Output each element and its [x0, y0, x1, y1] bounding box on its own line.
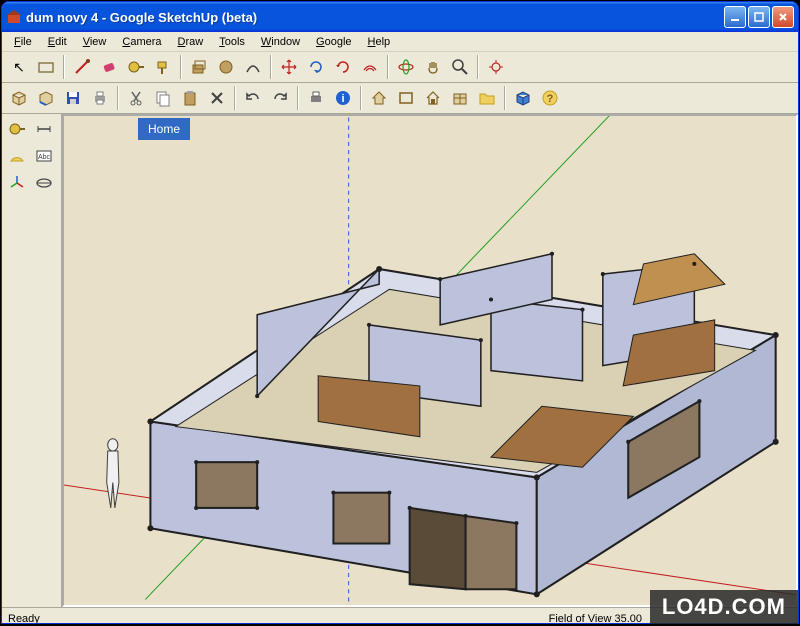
line-tool[interactable] — [69, 54, 95, 80]
print2-button[interactable] — [303, 85, 329, 111]
rotate-tool[interactable] — [330, 54, 356, 80]
minimize-button[interactable] — [724, 6, 746, 28]
app-window: dum novy 4 - Google SketchUp (beta) File… — [1, 1, 799, 624]
axes-tool[interactable] — [4, 170, 30, 196]
print-button[interactable] — [87, 85, 113, 111]
status-text: Ready — [8, 613, 549, 625]
help-button[interactable]: ? — [537, 85, 563, 111]
follow-tool[interactable] — [303, 54, 329, 80]
redo-button[interactable] — [267, 85, 293, 111]
viewport[interactable]: Home — [62, 114, 798, 607]
menu-camera[interactable]: Camera — [114, 34, 169, 50]
offset-tool[interactable] — [357, 54, 383, 80]
separator — [63, 55, 65, 79]
component-button[interactable] — [6, 85, 32, 111]
svg-text:?: ? — [547, 93, 554, 105]
separator — [504, 86, 506, 110]
text-tool[interactable]: Abc — [31, 143, 57, 169]
svg-text:i: i — [341, 93, 344, 105]
side-toolbar: Abc — [2, 114, 62, 607]
menu-help[interactable]: Help — [360, 34, 399, 50]
info-button[interactable]: i — [330, 85, 356, 111]
circle-tool[interactable] — [213, 54, 239, 80]
separator — [387, 55, 389, 79]
window-controls — [724, 6, 794, 28]
zoom-tool[interactable] — [447, 54, 473, 80]
tape-measure-tool[interactable] — [4, 116, 30, 142]
menu-google[interactable]: Google — [308, 34, 359, 50]
arc-tool[interactable] — [240, 54, 266, 80]
section-tool[interactable] — [31, 170, 57, 196]
menubar: File Edit View Camera Draw Tools Window … — [2, 32, 798, 52]
app-icon — [6, 9, 22, 25]
menu-file[interactable]: File — [6, 34, 40, 50]
separator — [180, 55, 182, 79]
save-button[interactable] — [60, 85, 86, 111]
move-tool[interactable] — [276, 54, 302, 80]
rectangle-tool[interactable] — [33, 54, 59, 80]
toolbar-main: ↖ — [2, 52, 798, 83]
window-title: dum novy 4 - Google SketchUp (beta) — [26, 10, 724, 25]
box-button[interactable] — [393, 85, 419, 111]
maximize-button[interactable] — [748, 6, 770, 28]
undo-button[interactable] — [240, 85, 266, 111]
separator — [297, 86, 299, 110]
model-button[interactable] — [447, 85, 473, 111]
tape-tool[interactable] — [123, 54, 149, 80]
arrow-icon: ↖ — [13, 60, 25, 74]
copy-button[interactable] — [150, 85, 176, 111]
toolbar-secondary: i ? — [2, 83, 798, 114]
menu-edit[interactable]: Edit — [40, 34, 75, 50]
viewport-canvas — [64, 116, 796, 605]
separator — [270, 55, 272, 79]
pushpull-tool[interactable] — [186, 54, 212, 80]
home-button[interactable] — [366, 85, 392, 111]
eraser-tool[interactable] — [96, 54, 122, 80]
house-model — [147, 252, 778, 598]
menu-tools[interactable]: Tools — [211, 34, 253, 50]
select-tool[interactable]: ↖ — [6, 54, 32, 80]
paste-button[interactable] — [177, 85, 203, 111]
new-button[interactable] — [33, 85, 59, 111]
menu-view[interactable]: View — [75, 34, 115, 50]
orbit-tool[interactable] — [393, 54, 419, 80]
titlebar[interactable]: dum novy 4 - Google SketchUp (beta) — [2, 2, 798, 32]
separator — [360, 86, 362, 110]
folder-button[interactable] — [474, 85, 500, 111]
watermark: LO4D.COM — [650, 590, 798, 624]
separator — [117, 86, 119, 110]
house-button[interactable] — [420, 85, 446, 111]
svg-text:Abc: Abc — [38, 154, 51, 161]
menu-window[interactable]: Window — [253, 34, 308, 50]
menu-draw[interactable]: Draw — [170, 34, 212, 50]
content-area: Abc Home — [2, 114, 798, 607]
cube-button[interactable] — [510, 85, 536, 111]
separator — [477, 55, 479, 79]
delete-button[interactable] — [204, 85, 230, 111]
zoom-extents-tool[interactable] — [483, 54, 509, 80]
protractor-tool[interactable] — [4, 143, 30, 169]
figure-person — [107, 439, 119, 508]
cut-button[interactable] — [123, 85, 149, 111]
tooltip: Home — [138, 118, 190, 140]
paint-tool[interactable] — [150, 54, 176, 80]
close-button[interactable] — [772, 6, 794, 28]
separator — [234, 86, 236, 110]
dimension-tool[interactable] — [31, 116, 57, 142]
pan-tool[interactable] — [420, 54, 446, 80]
